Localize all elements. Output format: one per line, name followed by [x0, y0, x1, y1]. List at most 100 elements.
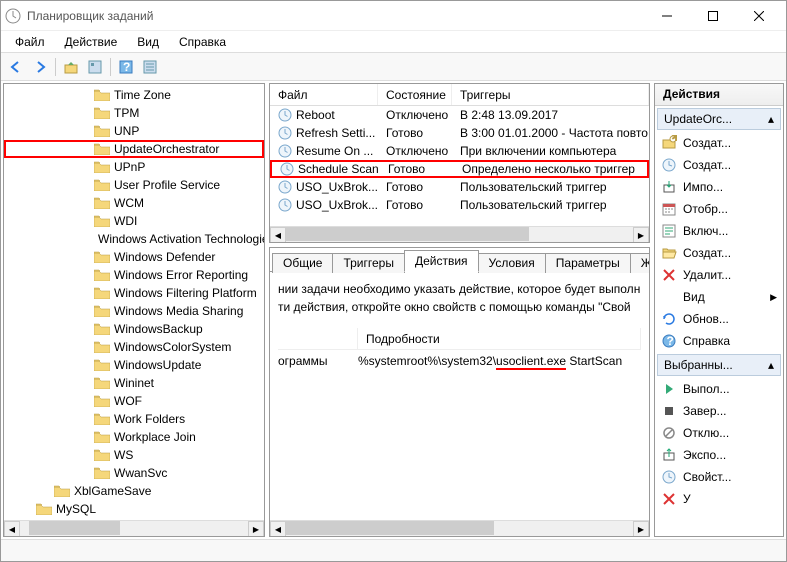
close-button[interactable] [736, 2, 782, 30]
action-section[interactable]: Выбранны...▴ [657, 354, 781, 376]
action-item[interactable]: У [655, 488, 783, 510]
action-item[interactable]: Выпол... [655, 378, 783, 400]
tree-item[interactable]: Windows Filtering Platform [4, 284, 264, 302]
task-row[interactable]: USO_UxBrok...ГотовоПользовательский триг… [270, 196, 649, 214]
action-panel-header: Действия [655, 84, 783, 106]
tree-item[interactable]: TPM [4, 104, 264, 122]
action-item[interactable]: Создат... [655, 242, 783, 264]
tree-item[interactable]: WDI [4, 212, 264, 230]
tree-item[interactable]: WCM [4, 194, 264, 212]
tree-item[interactable]: WindowsUpdate [4, 356, 264, 374]
task-row[interactable]: Resume On ...ОтключеноПри включении комп… [270, 142, 649, 160]
detail-row[interactable]: ограммы %systemroot%\system32\usoclient.… [278, 350, 641, 372]
detail-col-action[interactable] [278, 328, 358, 349]
tree-item[interactable]: UNP [4, 122, 264, 140]
tasklist-hscroll[interactable]: ◀▶ [270, 226, 649, 242]
task-row[interactable]: RebootОтключеноВ 2:48 13.09.2017 [270, 106, 649, 124]
stop-icon [661, 403, 677, 419]
collapse-icon: ▴ [768, 112, 774, 126]
tree-item-label: UNP [114, 124, 139, 138]
task-row[interactable]: USO_UxBrok...ГотовоПользовательский триг… [270, 178, 649, 196]
tree-item[interactable]: Workplace Join [4, 428, 264, 446]
tree-item-label: MySQL [56, 502, 96, 516]
help-button[interactable]: ? [115, 56, 137, 78]
action-item[interactable]: Завер... [655, 400, 783, 422]
action-item[interactable]: Удалит... [655, 264, 783, 286]
tree-item[interactable]: XblGameSave [4, 482, 264, 500]
tree-item[interactable]: WOF [4, 392, 264, 410]
tree-item[interactable]: Windows Media Sharing [4, 302, 264, 320]
menu-action[interactable]: Действие [57, 33, 126, 51]
menu-help[interactable]: Справка [171, 33, 234, 51]
tree-item[interactable]: WindowsColorSystem [4, 338, 264, 356]
task-name: USO_UxBrok... [296, 198, 378, 212]
task-state: Отключено [378, 108, 452, 122]
minimize-button[interactable] [644, 2, 690, 30]
menu-view[interactable]: Вид [129, 33, 167, 51]
task-name: Refresh Setti... [296, 126, 375, 140]
action-item-label: Отклю... [683, 426, 729, 440]
back-button[interactable] [5, 56, 27, 78]
action-item[interactable]: Обнов... [655, 308, 783, 330]
tree-item[interactable]: WindowsBackup [4, 320, 264, 338]
action-section[interactable]: UpdateOrc...▴ [657, 108, 781, 130]
up-button[interactable] [60, 56, 82, 78]
tree-item[interactable]: Wininet [4, 374, 264, 392]
action-item[interactable]: Экспо... [655, 444, 783, 466]
tab-Условия[interactable]: Условия [478, 253, 546, 273]
task-row[interactable]: Refresh Setti...ГотовоВ 3:00 01.01.2000 … [270, 124, 649, 142]
tree-item[interactable]: WwanSvc [4, 464, 264, 482]
tree-item[interactable]: MySQL [4, 500, 264, 518]
task-trigger: В 3:00 01.01.2000 - Частота повто [452, 126, 649, 140]
action-item[interactable]: Отклю... [655, 422, 783, 444]
list-button[interactable] [139, 56, 161, 78]
calendar-icon [661, 201, 677, 217]
col-triggers[interactable]: Триггеры [452, 84, 649, 105]
action-item[interactable]: ?Справка [655, 330, 783, 352]
detail-text-1: нии задачи необходимо указать действие, … [278, 280, 641, 298]
action-item-label: Удалит... [683, 268, 731, 282]
action-item-label: Отобр... [683, 202, 728, 216]
task-row[interactable]: Schedule ScanГотовоОпределено несколько … [270, 160, 649, 178]
action-item[interactable]: Создат... [655, 154, 783, 176]
view-button[interactable] [84, 56, 106, 78]
tree-item-label: WOF [114, 394, 142, 408]
collapse-icon: ▴ [768, 358, 774, 372]
clock-icon [661, 157, 677, 173]
tree-item[interactable]: Windows Defender [4, 248, 264, 266]
col-file[interactable]: Файл [270, 84, 378, 105]
refresh-icon [661, 311, 677, 327]
action-item[interactable]: Включ... [655, 220, 783, 242]
action-item[interactable]: ✱Создат... [655, 132, 783, 154]
action-item[interactable]: Вид▶ [655, 286, 783, 308]
tree-item-label: Windows Defender [114, 250, 215, 264]
tree-item[interactable]: WS [4, 446, 264, 464]
tab-Общие[interactable]: Общие [272, 253, 333, 273]
forward-button[interactable] [29, 56, 51, 78]
detail-col-details[interactable]: Подробности [358, 328, 641, 349]
tree-item[interactable]: User Profile Service [4, 176, 264, 194]
tree-item[interactable]: UPnP [4, 158, 264, 176]
action-item-label: Создат... [683, 246, 731, 260]
tab-Триггеры[interactable]: Триггеры [332, 253, 405, 273]
tree-item[interactable]: Time Zone [4, 86, 264, 104]
tab-Действия[interactable]: Действия [404, 250, 479, 272]
tree-item[interactable]: Work Folders [4, 410, 264, 428]
detail-hscroll[interactable]: ◀▶ [270, 520, 649, 536]
action-item[interactable]: Отобр... [655, 198, 783, 220]
tree-hscroll[interactable]: ◀▶ [4, 520, 264, 536]
action-item[interactable]: Импо... [655, 176, 783, 198]
action-item-label: У [683, 492, 691, 506]
action-item[interactable]: Свойст... [655, 466, 783, 488]
menu-file[interactable]: Файл [7, 33, 53, 51]
col-state[interactable]: Состояние [378, 84, 452, 105]
tree-item-label: WindowsBackup [114, 322, 203, 336]
maximize-button[interactable] [690, 2, 736, 30]
tab-Параметры[interactable]: Параметры [545, 253, 631, 273]
task-trigger: Пользовательский триггер [452, 198, 649, 212]
folder-tree[interactable]: Time ZoneTPM UNP UpdateOrchestratorUPnPUse… [4, 84, 264, 520]
tree-item[interactable]: UpdateOrchestrator [4, 140, 264, 158]
tab-Жу[interactable]: Жу [630, 253, 650, 273]
tree-item[interactable]: Windows Error Reporting [4, 266, 264, 284]
tree-item[interactable]: Windows Activation Technologies [4, 230, 264, 248]
